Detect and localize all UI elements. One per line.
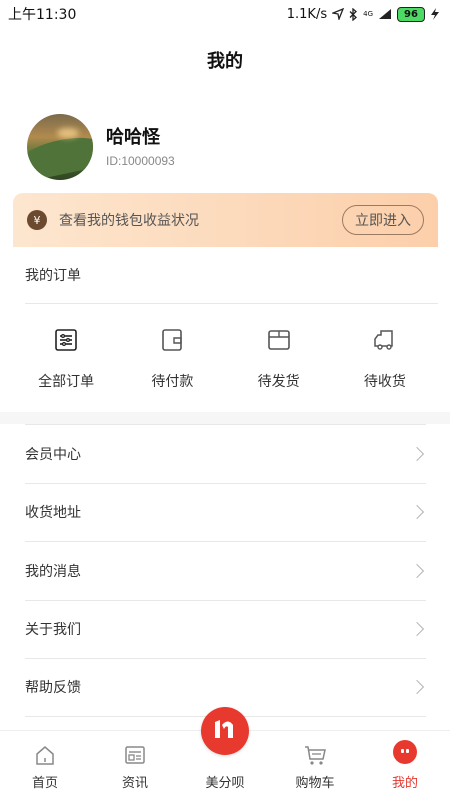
menu-item-membership[interactable]: 会员中心 (25, 424, 426, 483)
home-icon (36, 746, 54, 765)
order-pending-receipt[interactable]: 待收货 (332, 327, 438, 391)
order-pending-shipment[interactable]: 待发货 (226, 327, 332, 391)
menu-item-address[interactable]: 收货地址 (25, 482, 426, 542)
box-icon (267, 330, 290, 350)
cart-icon (305, 746, 326, 765)
location-icon (332, 8, 345, 20)
profile-info: 哈哈怪 ID:10000093 (106, 126, 175, 168)
order-pending-payment-label: 待付款 (151, 374, 194, 390)
list-icon (55, 329, 77, 351)
wallet-icon (162, 329, 183, 351)
enter-wallet-button[interactable]: 立即进入 (342, 205, 424, 235)
menu-item-label: 我的消息 (25, 563, 81, 580)
truck-icon (374, 330, 393, 350)
bluetooth-icon (349, 7, 358, 21)
status-indicators: 1.1K/s 4G 96 (286, 6, 440, 22)
username: 哈哈怪 (106, 127, 160, 148)
profile-face-icon (393, 740, 417, 764)
order-all-label: 全部订单 (38, 374, 95, 390)
news-icon (125, 746, 145, 764)
menu-list: 会员中心 收货地址 我的消息 关于我们 帮助反馈 (25, 424, 426, 717)
menu-item-label: 帮助反馈 (25, 680, 81, 697)
network-speed: 1.1K/s (286, 6, 328, 22)
order-pending-receipt-label: 待收货 (363, 374, 406, 390)
tab-home-label: 首页 (31, 776, 58, 791)
page-title: 我的 (207, 51, 243, 72)
tab-mine-label: 我的 (391, 776, 418, 791)
profile-section[interactable]: 哈哈怪 ID:10000093 (27, 114, 175, 180)
wallet-text: 查看我的钱包收益状况 (59, 213, 199, 229)
brand-logo-icon[interactable] (201, 707, 249, 755)
section-gap (0, 412, 450, 424)
chevron-right-icon (409, 622, 425, 637)
tab-meifenbei-label: 美分呗 (205, 776, 245, 791)
order-status-row: 全部订单 待付款 待发货 待收货 (13, 327, 438, 391)
tab-mine[interactable]: 我的 (360, 731, 450, 800)
menu-item-messages[interactable]: 我的消息 (25, 541, 426, 600)
menu-item-about[interactable]: 关于我们 (25, 599, 426, 659)
order-all[interactable]: 全部订单 (13, 327, 119, 391)
status-time: 上午11:30 (8, 7, 77, 23)
order-pending-payment[interactable]: 待付款 (119, 327, 225, 391)
yen-icon: ¥ (27, 210, 47, 230)
battery-indicator: 96 (397, 6, 425, 22)
chevron-right-icon (409, 505, 425, 520)
chevron-right-icon (409, 446, 425, 461)
chevron-right-icon (409, 563, 425, 578)
wallet-banner[interactable]: ¥ 查看我的钱包收益状况 立即进入 (13, 193, 438, 247)
menu-item-label: 收货地址 (25, 505, 81, 522)
avatar[interactable] (27, 114, 93, 180)
charging-icon (431, 8, 439, 20)
user-id: ID:10000093 (106, 154, 175, 168)
menu-item-label: 关于我们 (25, 622, 81, 639)
status-bar: 上午11:30 1.1K/s 4G 96 (0, 0, 450, 28)
order-pending-shipment-label: 待发货 (257, 374, 300, 390)
tab-cart-label: 购物车 (295, 776, 335, 791)
tab-meifenbei[interactable]: 美分呗 (180, 707, 270, 800)
chevron-right-icon (409, 680, 425, 695)
menu-item-label: 会员中心 (25, 446, 81, 463)
divider (25, 303, 438, 304)
tab-news-label: 资讯 (121, 776, 148, 791)
network-type: 4G (363, 9, 373, 18)
tab-home[interactable]: 首页 (0, 731, 90, 800)
orders-title[interactable]: 我的订单 (25, 247, 81, 303)
orders-card: 我的订单 全部订单 待付款 待发货 待收货 (13, 247, 438, 412)
signal-icon (379, 9, 391, 19)
tab-news[interactable]: 资讯 (90, 731, 180, 800)
bottom-tab-bar: 首页 资讯 美分呗 购物车 我的 (0, 707, 450, 800)
tab-cart[interactable]: 购物车 (270, 731, 360, 800)
